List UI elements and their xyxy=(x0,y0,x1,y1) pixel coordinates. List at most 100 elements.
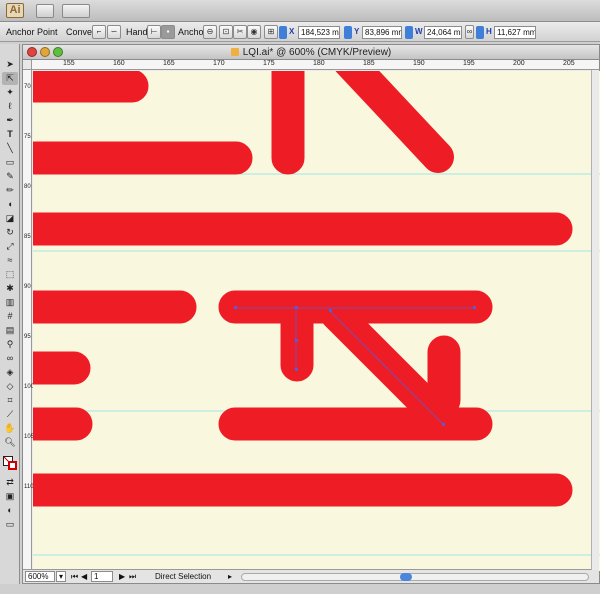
cut-path-icon[interactable]: ✂ xyxy=(233,25,247,39)
mesh-tool-icon[interactable]: # xyxy=(2,310,18,323)
zoom-field[interactable]: 600% xyxy=(25,571,55,582)
zoom-dropdown-icon[interactable]: ▾ xyxy=(56,571,66,582)
x-spinner-icon[interactable] xyxy=(279,26,287,39)
prev-artboard-icon[interactable]: ◀ xyxy=(81,572,87,581)
diagonal-shape xyxy=(335,71,454,173)
gradient-tool-icon[interactable]: ▤ xyxy=(2,324,18,337)
document-window: LQI.ai* @ 600% (CMYK/Preview) 155 160 16… xyxy=(22,44,600,584)
ruler-v-label: 85 xyxy=(24,234,31,240)
column-graph-tool-icon[interactable]: ▥ xyxy=(2,296,18,309)
w-spinner-icon[interactable] xyxy=(405,26,413,39)
transform-icon[interactable]: ⊞ xyxy=(264,25,278,39)
screen-mode-icon[interactable]: ▭ xyxy=(2,518,18,531)
ruler-origin[interactable] xyxy=(23,60,32,70)
h-spinner-icon[interactable] xyxy=(476,26,484,39)
color-mode-icon[interactable]: ▣ xyxy=(2,490,18,503)
document-titlebar: LQI.ai* @ 600% (CMYK/Preview) xyxy=(23,45,599,60)
rotate-tool-icon[interactable]: ↻ xyxy=(2,226,18,239)
blend-tool-icon[interactable]: ∞ xyxy=(2,352,18,365)
swap-colors-icon[interactable]: ⇄ xyxy=(2,476,18,489)
convert-smooth-icon[interactable]: ∽ xyxy=(107,25,121,39)
ruler-h-label: 175 xyxy=(263,60,275,67)
next-artboard-icon[interactable]: ▶ xyxy=(119,572,125,581)
free-transform-tool-icon[interactable]: ⬚ xyxy=(2,268,18,281)
y-field[interactable]: 83,896 mm xyxy=(362,26,402,39)
eyedropper-tool-icon[interactable]: ⚲ xyxy=(2,338,18,351)
connect-anchors-icon[interactable]: ⊡ xyxy=(219,25,233,39)
bar-shape xyxy=(33,71,149,103)
app-logo: Ai xyxy=(6,3,24,18)
line-tool-icon[interactable]: ╲ xyxy=(2,142,18,155)
show-handles-icon[interactable]: ⊢ xyxy=(147,25,161,39)
y-label: Y xyxy=(354,27,360,36)
paintbrush-tool-icon[interactable]: ✎ xyxy=(2,170,18,183)
control-mode-label: Anchor Point xyxy=(6,27,58,37)
isolate-icon[interactable]: ◉ xyxy=(247,25,261,39)
bar-shape xyxy=(33,351,91,385)
pencil-tool-icon[interactable]: ✏ xyxy=(2,184,18,197)
zoom-tool-icon[interactable]: 🔍︎ xyxy=(2,436,18,449)
pen-tool-icon[interactable]: ✒ xyxy=(2,114,18,127)
y-spinner-icon[interactable] xyxy=(344,26,352,39)
live-paint-tool-icon[interactable]: ◈ xyxy=(2,366,18,379)
horizontal-scrollbar[interactable] xyxy=(241,573,589,581)
artwork[interactable] xyxy=(33,71,600,571)
ruler-v-label: 70 xyxy=(24,84,31,90)
ruler-v-label: 80 xyxy=(24,184,31,190)
bar-shape xyxy=(33,473,573,507)
artboard-number-field[interactable]: 1 xyxy=(91,571,113,582)
anchor-point xyxy=(295,306,298,309)
vertical-scrollbar[interactable] xyxy=(591,70,599,570)
constrain-link-icon[interactable]: ∞ xyxy=(465,25,474,39)
magic-wand-tool-icon[interactable]: ✦ xyxy=(2,86,18,99)
anchor-point xyxy=(473,306,476,309)
slice-tool-icon[interactable]: ⟋ xyxy=(2,408,18,421)
anchor-point xyxy=(295,339,298,342)
eraser-tool-icon[interactable]: ◪ xyxy=(2,212,18,225)
x-field[interactable]: 184,523 mm xyxy=(298,26,340,39)
ruler-v-label: 75 xyxy=(24,134,31,140)
last-artboard-icon[interactable]: ⏭ xyxy=(129,572,136,582)
bar-shape xyxy=(33,212,573,246)
horizontal-ruler[interactable]: 155 160 165 170 175 180 185 190 195 200 … xyxy=(32,60,599,70)
live-paint-select-tool-icon[interactable]: ◇ xyxy=(2,380,18,393)
blob-brush-tool-icon[interactable]: ◖ xyxy=(2,198,18,211)
status-menu-icon[interactable]: ▸ xyxy=(228,572,232,581)
convert-corner-icon[interactable]: ⌐ xyxy=(92,25,106,39)
drawing-mode-icon[interactable]: ◐ xyxy=(2,504,18,517)
symbol-sprayer-tool-icon[interactable]: ✱ xyxy=(2,282,18,295)
warp-tool-icon[interactable]: ≈ xyxy=(2,254,18,267)
h-field[interactable]: 11,627 mm xyxy=(494,26,536,39)
first-artboard-icon[interactable]: ⏮ xyxy=(71,572,78,582)
hide-handles-icon[interactable]: ▪ xyxy=(161,25,175,39)
ruler-h-label: 190 xyxy=(413,60,425,67)
scale-tool-icon[interactable]: ⤢ xyxy=(2,240,18,253)
direct-selection-tool-icon[interactable]: ⇱ xyxy=(2,72,18,85)
vertical-ruler[interactable]: 70 75 80 85 90 95 100 105 110 xyxy=(23,70,34,569)
hand-tool-icon[interactable]: ✋ xyxy=(2,422,18,435)
status-text[interactable]: Direct Selection xyxy=(155,572,211,581)
anchor-point xyxy=(234,306,237,309)
glyph-diagonal xyxy=(320,298,444,422)
ruler-h-label: 155 xyxy=(63,60,75,67)
ruler-v-label: 90 xyxy=(24,284,31,290)
remove-anchor-icon[interactable]: ⊖ xyxy=(203,25,217,39)
w-field[interactable]: 24,064 mm xyxy=(424,26,462,39)
bridge-button[interactable] xyxy=(36,4,54,18)
artboard-canvas[interactable] xyxy=(33,71,600,571)
type-tool-icon[interactable]: T xyxy=(2,128,18,141)
bar-shape xyxy=(33,141,253,175)
application-bar: Ai xyxy=(0,0,600,22)
ruler-h-label: 180 xyxy=(313,60,325,67)
selection-tool-icon[interactable]: ➤ xyxy=(2,58,18,71)
lasso-tool-icon[interactable]: ℓ xyxy=(2,100,18,113)
arrange-documents-button[interactable] xyxy=(62,4,90,18)
fill-stroke-icon[interactable] xyxy=(3,456,17,470)
control-panel: Anchor Point Convert: ⌐ ∽ Handles: ⊢ ▪ A… xyxy=(0,22,600,42)
crop-tool-icon[interactable]: ⌗ xyxy=(2,394,18,407)
ruler-h-label: 165 xyxy=(163,60,175,67)
horizontal-scroll-thumb[interactable] xyxy=(400,573,412,581)
stem-shape xyxy=(271,71,305,175)
rectangle-tool-icon[interactable]: ▭ xyxy=(2,156,18,169)
glyph-bottom-bar xyxy=(218,407,493,441)
